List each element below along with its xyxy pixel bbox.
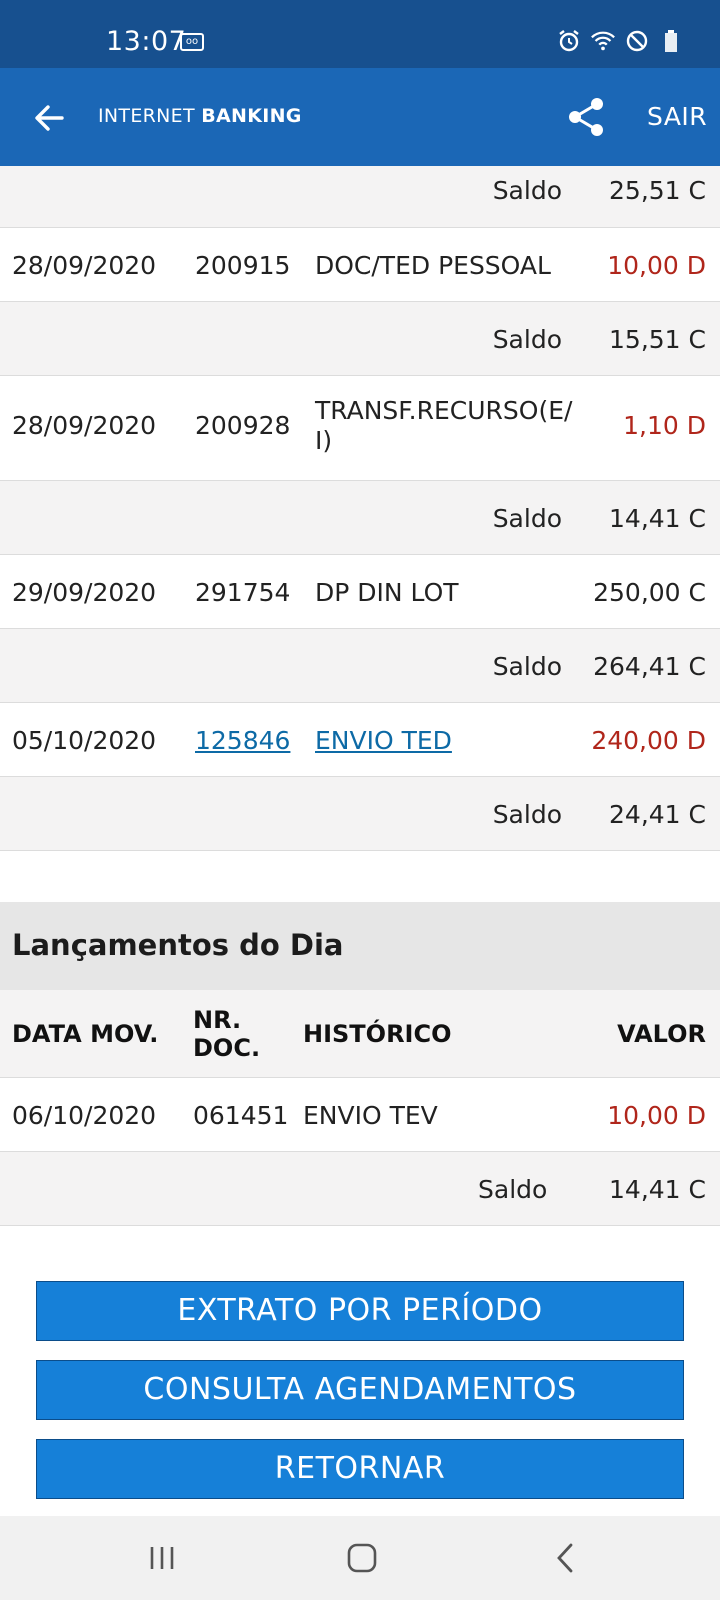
balance-row: Saldo 25,51 C xyxy=(0,166,720,228)
balance-value: 14,41 C xyxy=(609,504,706,533)
transaction-history: DP DIN LOT xyxy=(315,578,459,607)
transaction-date: 28/09/2020 xyxy=(12,411,157,440)
balance-value: 14,41 C xyxy=(609,1175,706,1204)
transaction-date: 29/09/2020 xyxy=(12,578,157,607)
scheduled-transactions-button[interactable]: CONSULTA AGENDAMENTOS xyxy=(36,1360,684,1420)
balance-label: Saldo xyxy=(492,176,562,205)
recent-apps-icon[interactable] xyxy=(142,1538,182,1578)
transaction-value: 10,00 D xyxy=(607,1101,706,1130)
transaction-date: 05/10/2020 xyxy=(12,726,157,755)
share-icon[interactable] xyxy=(566,96,606,138)
balance-label: Saldo xyxy=(478,1175,548,1204)
transaction-value: 240,00 D xyxy=(591,726,706,755)
transaction-doc: 200915 xyxy=(195,251,291,280)
transaction-row: 29/09/2020 291754 DP DIN LOT 250,00 C xyxy=(0,555,720,629)
balance-label: Saldo xyxy=(492,504,562,533)
balance-value: 25,51 C xyxy=(609,176,706,205)
balance-label: Saldo xyxy=(492,800,562,829)
section-title: Lançamentos do Dia xyxy=(12,928,344,962)
back-icon[interactable] xyxy=(545,1538,585,1578)
balance-value: 15,51 C xyxy=(609,325,706,354)
voicemail-icon: oo xyxy=(180,33,204,51)
transaction-value: 1,10 D xyxy=(623,411,706,440)
table-header: DATA MOV. NR. DOC. HISTÓRICO VALOR xyxy=(0,990,720,1078)
back-arrow-icon[interactable] xyxy=(28,96,72,140)
status-bar: 13:07 oo xyxy=(0,0,720,68)
balance-row: Saldo 15,51 C xyxy=(0,302,720,376)
app-title-bold: BANKING xyxy=(201,105,302,127)
transaction-history: ENVIO TEV xyxy=(303,1101,438,1130)
statement-by-period-button[interactable]: EXTRATO POR PERÍODO xyxy=(36,1281,684,1341)
transaction-doc: 061451 xyxy=(193,1101,289,1130)
transaction-doc: 200928 xyxy=(195,411,291,440)
transaction-row: 28/09/2020 200928 TRANSF.RECURSO(E/ I) 1… xyxy=(0,376,720,481)
day-entries-list: 06/10/2020 061451 ENVIO TEV 10,00 D Sald… xyxy=(0,1078,720,1226)
balance-label: Saldo xyxy=(492,652,562,681)
transaction-doc: 291754 xyxy=(195,578,291,607)
balance-row: Saldo 14,41 C xyxy=(0,481,720,555)
day-entries-header: Lançamentos do Dia xyxy=(0,902,720,990)
balance-row: Saldo 24,41 C xyxy=(0,777,720,851)
battery-icon xyxy=(658,28,684,54)
logout-button[interactable]: SAIR xyxy=(647,102,707,131)
transaction-row: 28/09/2020 200915 DOC/TED PESSOAL 10,00 … xyxy=(0,228,720,302)
status-time: 13:07 xyxy=(106,26,187,57)
transaction-history-link[interactable]: ENVIO TED xyxy=(315,726,575,756)
transaction-value: 250,00 C xyxy=(593,578,706,607)
transaction-row: 06/10/2020 061451 ENVIO TEV 10,00 D xyxy=(0,1078,720,1152)
transaction-date: 06/10/2020 xyxy=(12,1101,157,1130)
balance-row: Saldo 264,41 C xyxy=(0,629,720,703)
transaction-row: 05/10/2020 125846 ENVIO TED 240,00 D xyxy=(0,703,720,777)
balance-value: 24,41 C xyxy=(609,800,706,829)
app-title: INTERNET BANKING xyxy=(98,105,302,127)
return-button[interactable]: RETORNAR xyxy=(36,1439,684,1499)
column-header-history: HISTÓRICO xyxy=(303,1020,452,1048)
balance-row: Saldo 14,41 C xyxy=(0,1152,720,1226)
column-header-value: VALOR xyxy=(617,1020,706,1048)
transaction-history: TRANSF.RECURSO(E/ I) xyxy=(315,396,573,455)
app-bar: INTERNET BANKING SAIR xyxy=(0,68,720,166)
transaction-date: 28/09/2020 xyxy=(12,251,157,280)
column-header-date: DATA MOV. xyxy=(12,1020,159,1048)
home-icon[interactable] xyxy=(342,1538,382,1578)
alarm-icon xyxy=(556,28,582,54)
transaction-value: 10,00 D xyxy=(607,251,706,280)
transaction-history: DOC/TED PESSOAL xyxy=(315,251,551,280)
wifi-icon xyxy=(590,28,616,54)
app-title-light: INTERNET xyxy=(98,105,202,127)
column-header-doc-line2: DOC. xyxy=(193,1034,261,1062)
statement-list: Saldo 25,51 C 28/09/2020 200915 DOC/TED … xyxy=(0,166,720,851)
do-not-disturb-icon xyxy=(624,28,650,54)
system-navigation-bar xyxy=(0,1516,720,1600)
balance-label: Saldo xyxy=(492,325,562,354)
transaction-doc-link[interactable]: 125846 xyxy=(195,726,290,755)
column-header-doc-line1: NR. xyxy=(193,1006,242,1034)
balance-value: 264,41 C xyxy=(593,652,706,681)
